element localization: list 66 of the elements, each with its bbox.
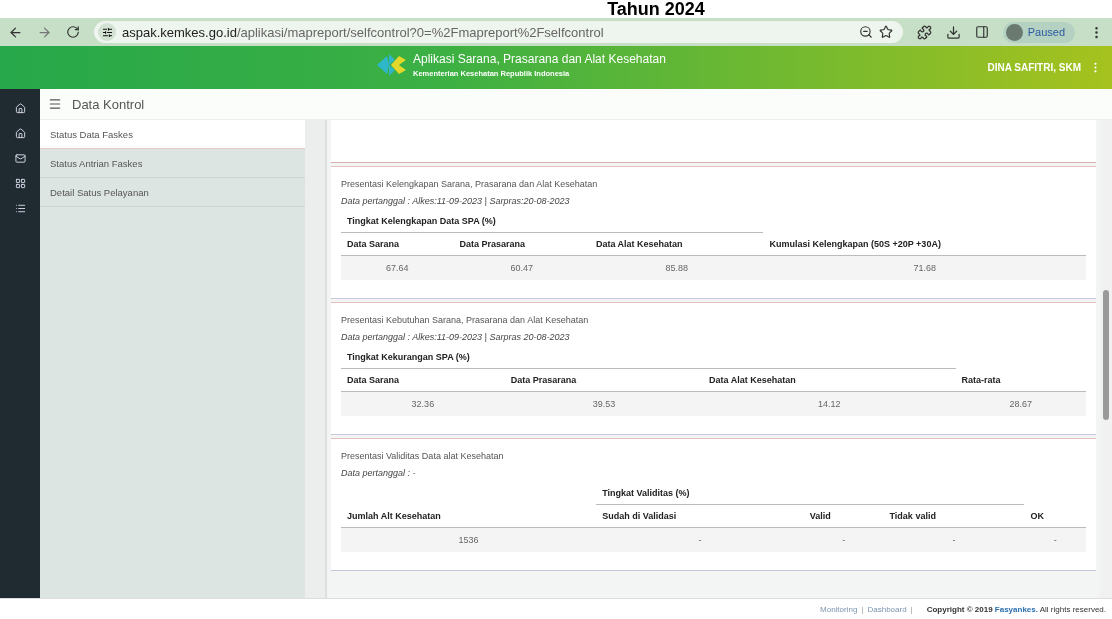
table-cell: 85.88 — [589, 255, 764, 280]
scrollbar[interactable] — [1100, 120, 1112, 598]
card-title: Presentasi Kebutuhan Sarana, Prasarana dan Alat Kesehatan — [341, 315, 590, 325]
column-group-header: Tingkat Validitas (%) — [596, 482, 1025, 505]
table-cell: 14.12 — [703, 391, 956, 416]
column-header: Kumulasi Kelengkapan (50S +20P +30A) — [763, 232, 1086, 256]
url-host: aspak.kemkes.go.id — [122, 24, 237, 40]
download-icon[interactable] — [945, 24, 961, 40]
column-header: OK — [1024, 504, 1086, 528]
column-group-header: Tingkat Kelengkapan Data SPA (%) — [341, 210, 764, 233]
sidebar-item[interactable]: Detail Satus Pelayanan — [40, 178, 305, 207]
table-cell: - — [596, 527, 804, 552]
mail-icon[interactable] — [14, 153, 26, 164]
table-cell: 28.67 — [955, 391, 1086, 416]
home-icon[interactable] — [14, 103, 26, 114]
data-date: Data pertanggal : Alkes:11-09-2023 | Sarpras:20-08-2023 — [341, 196, 571, 206]
side-panel-icon[interactable] — [974, 25, 989, 39]
menu-icon[interactable] — [48, 97, 62, 111]
table-cell: 67.64 — [341, 255, 454, 280]
address-bar[interactable]: aspak.kemkes.go.id/aplikasi/mapreport/selfcontrol?0=%2Fmapreport%2Fselfcontrol — [94, 21, 903, 43]
separator: | — [910, 604, 913, 614]
table-cell: 1536 — [341, 527, 597, 552]
toolbar-title: Data Kontrol — [72, 96, 145, 112]
table-cell: 39.53 — [504, 391, 704, 416]
grid-icon[interactable] — [14, 178, 26, 189]
page-title: Tahun 2024 — [607, 0, 705, 18]
star-icon[interactable] — [878, 25, 893, 39]
site-settings-icon[interactable] — [98, 23, 116, 41]
column-header: Rata-rata — [955, 368, 1086, 392]
sidebar-item[interactable]: Status Data Faskes — [40, 120, 305, 149]
column-header: Data Alat Kesehatan — [589, 232, 764, 256]
avatar-icon — [1005, 23, 1023, 41]
column-header: Tidak valid — [883, 504, 1025, 528]
data-date: Data pertanggal : Alkes:11-09-2023 | Sarpras 20-08-2023 — [341, 332, 571, 342]
table-cell: - — [1024, 527, 1086, 552]
column-header: Valid — [803, 504, 884, 528]
app-title: Aplikasi Sarana, Prasarana dan Alat Kesehatan — [413, 52, 666, 66]
table-cell: 32.36 — [341, 391, 505, 416]
column-header: Data Sarana — [341, 368, 505, 392]
separator: | — [861, 604, 864, 614]
back-icon[interactable] — [8, 24, 23, 40]
data-date: Data pertanggal : - — [341, 468, 417, 478]
zoom-out-icon[interactable] — [858, 25, 873, 39]
copyright-text: Copyright © 2019 Fasyankes. All rights reserved. — [926, 604, 1106, 614]
profile-button[interactable]: Paused — [1002, 21, 1075, 43]
card-title: Presentasi Validitas Data alat Kesehatan — [341, 451, 505, 461]
column-header: Data Sarana — [341, 232, 454, 256]
forward-icon[interactable] — [37, 24, 52, 40]
reload-icon[interactable] — [66, 25, 80, 39]
sidebar-item[interactable]: Status Antrian Faskes — [40, 149, 305, 178]
table-cell: 71.68 — [763, 255, 1086, 280]
table-cell: - — [883, 527, 1025, 552]
column-header: Data Prasarana — [504, 368, 704, 392]
table-cell: 60.47 — [453, 255, 590, 280]
column-header: Sudah di Validasi — [596, 504, 804, 528]
url-path: /aplikasi/mapreport/selfcontrol?0=%2Fmapreport%2Fselfcontrol — [236, 24, 604, 40]
card-title: Presentasi Kelengkapan Sarana, Prasarana dan Alat Kesehatan — [341, 179, 599, 189]
list-icon[interactable] — [14, 203, 26, 214]
column-header: Data Prasarana — [453, 232, 590, 256]
column-header: Jumlah Alt Kesehatan — [341, 504, 597, 528]
footer-link[interactable]: Dashboard — [867, 604, 907, 614]
column-group-header: Tingkat Kekurangan SPA (%) — [341, 346, 956, 369]
puzzle-icon[interactable] — [916, 24, 932, 40]
column-header: Data Alat Kesehatan — [703, 368, 956, 392]
home-icon[interactable] — [14, 128, 26, 139]
footer-link[interactable]: Monitoring — [820, 604, 858, 614]
